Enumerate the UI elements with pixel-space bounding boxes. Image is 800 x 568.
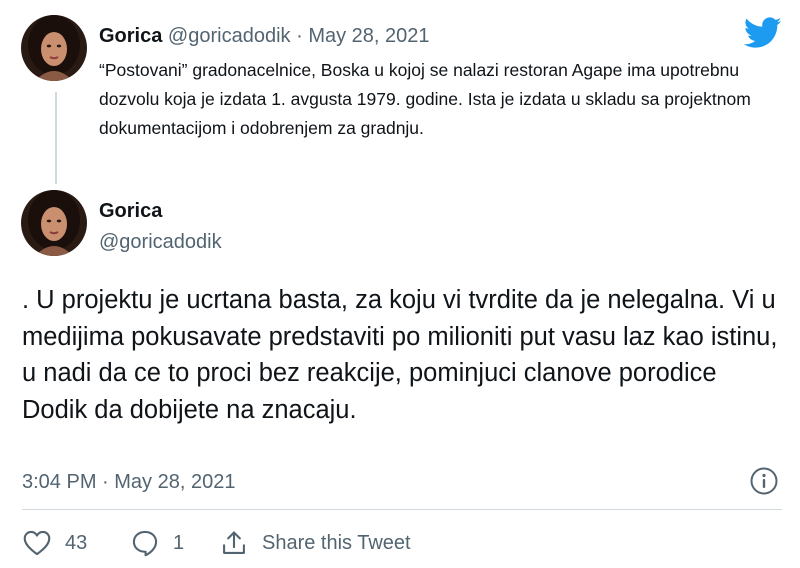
- reply-tweet-text: “Postovani” gradonacelnice, Boska u kojo…: [99, 60, 751, 138]
- reply-button[interactable]: 1: [131, 528, 184, 558]
- share-label: Share this Tweet: [262, 531, 411, 554]
- meta-separator: ·: [296, 25, 303, 47]
- author-name[interactable]: Gorica: [99, 199, 162, 223]
- avatar[interactable]: [21, 15, 87, 81]
- info-icon[interactable]: [749, 466, 779, 496]
- tweet-timestamp[interactable]: 3:04 PM · May 28, 2021: [22, 470, 235, 494]
- reply-tweet-header: Gorica @goricadodik · May 28, 2021: [99, 24, 430, 48]
- thread-connector-line: [55, 92, 57, 184]
- main-tweet-text: . U projektu je ucrtana basta, za koju v…: [22, 286, 778, 424]
- like-button[interactable]: 43: [23, 528, 87, 558]
- share-tweet-button[interactable]: Share this Tweet: [220, 528, 411, 558]
- like-count: 43: [65, 531, 88, 554]
- share-arrow-icon: [220, 529, 248, 557]
- avatar[interactable]: [21, 190, 87, 256]
- twitter-bird-icon[interactable]: [743, 17, 782, 49]
- author-handle[interactable]: @goricadodik: [168, 25, 291, 47]
- tweet-date[interactable]: May 28, 2021: [308, 25, 429, 47]
- reply-count: 1: [173, 531, 185, 554]
- author-name[interactable]: Gorica: [99, 25, 162, 47]
- heart-icon: [23, 530, 51, 556]
- author-handle[interactable]: @goricadodik: [99, 230, 222, 254]
- speech-bubble-icon: [131, 529, 159, 557]
- divider: [22, 509, 782, 510]
